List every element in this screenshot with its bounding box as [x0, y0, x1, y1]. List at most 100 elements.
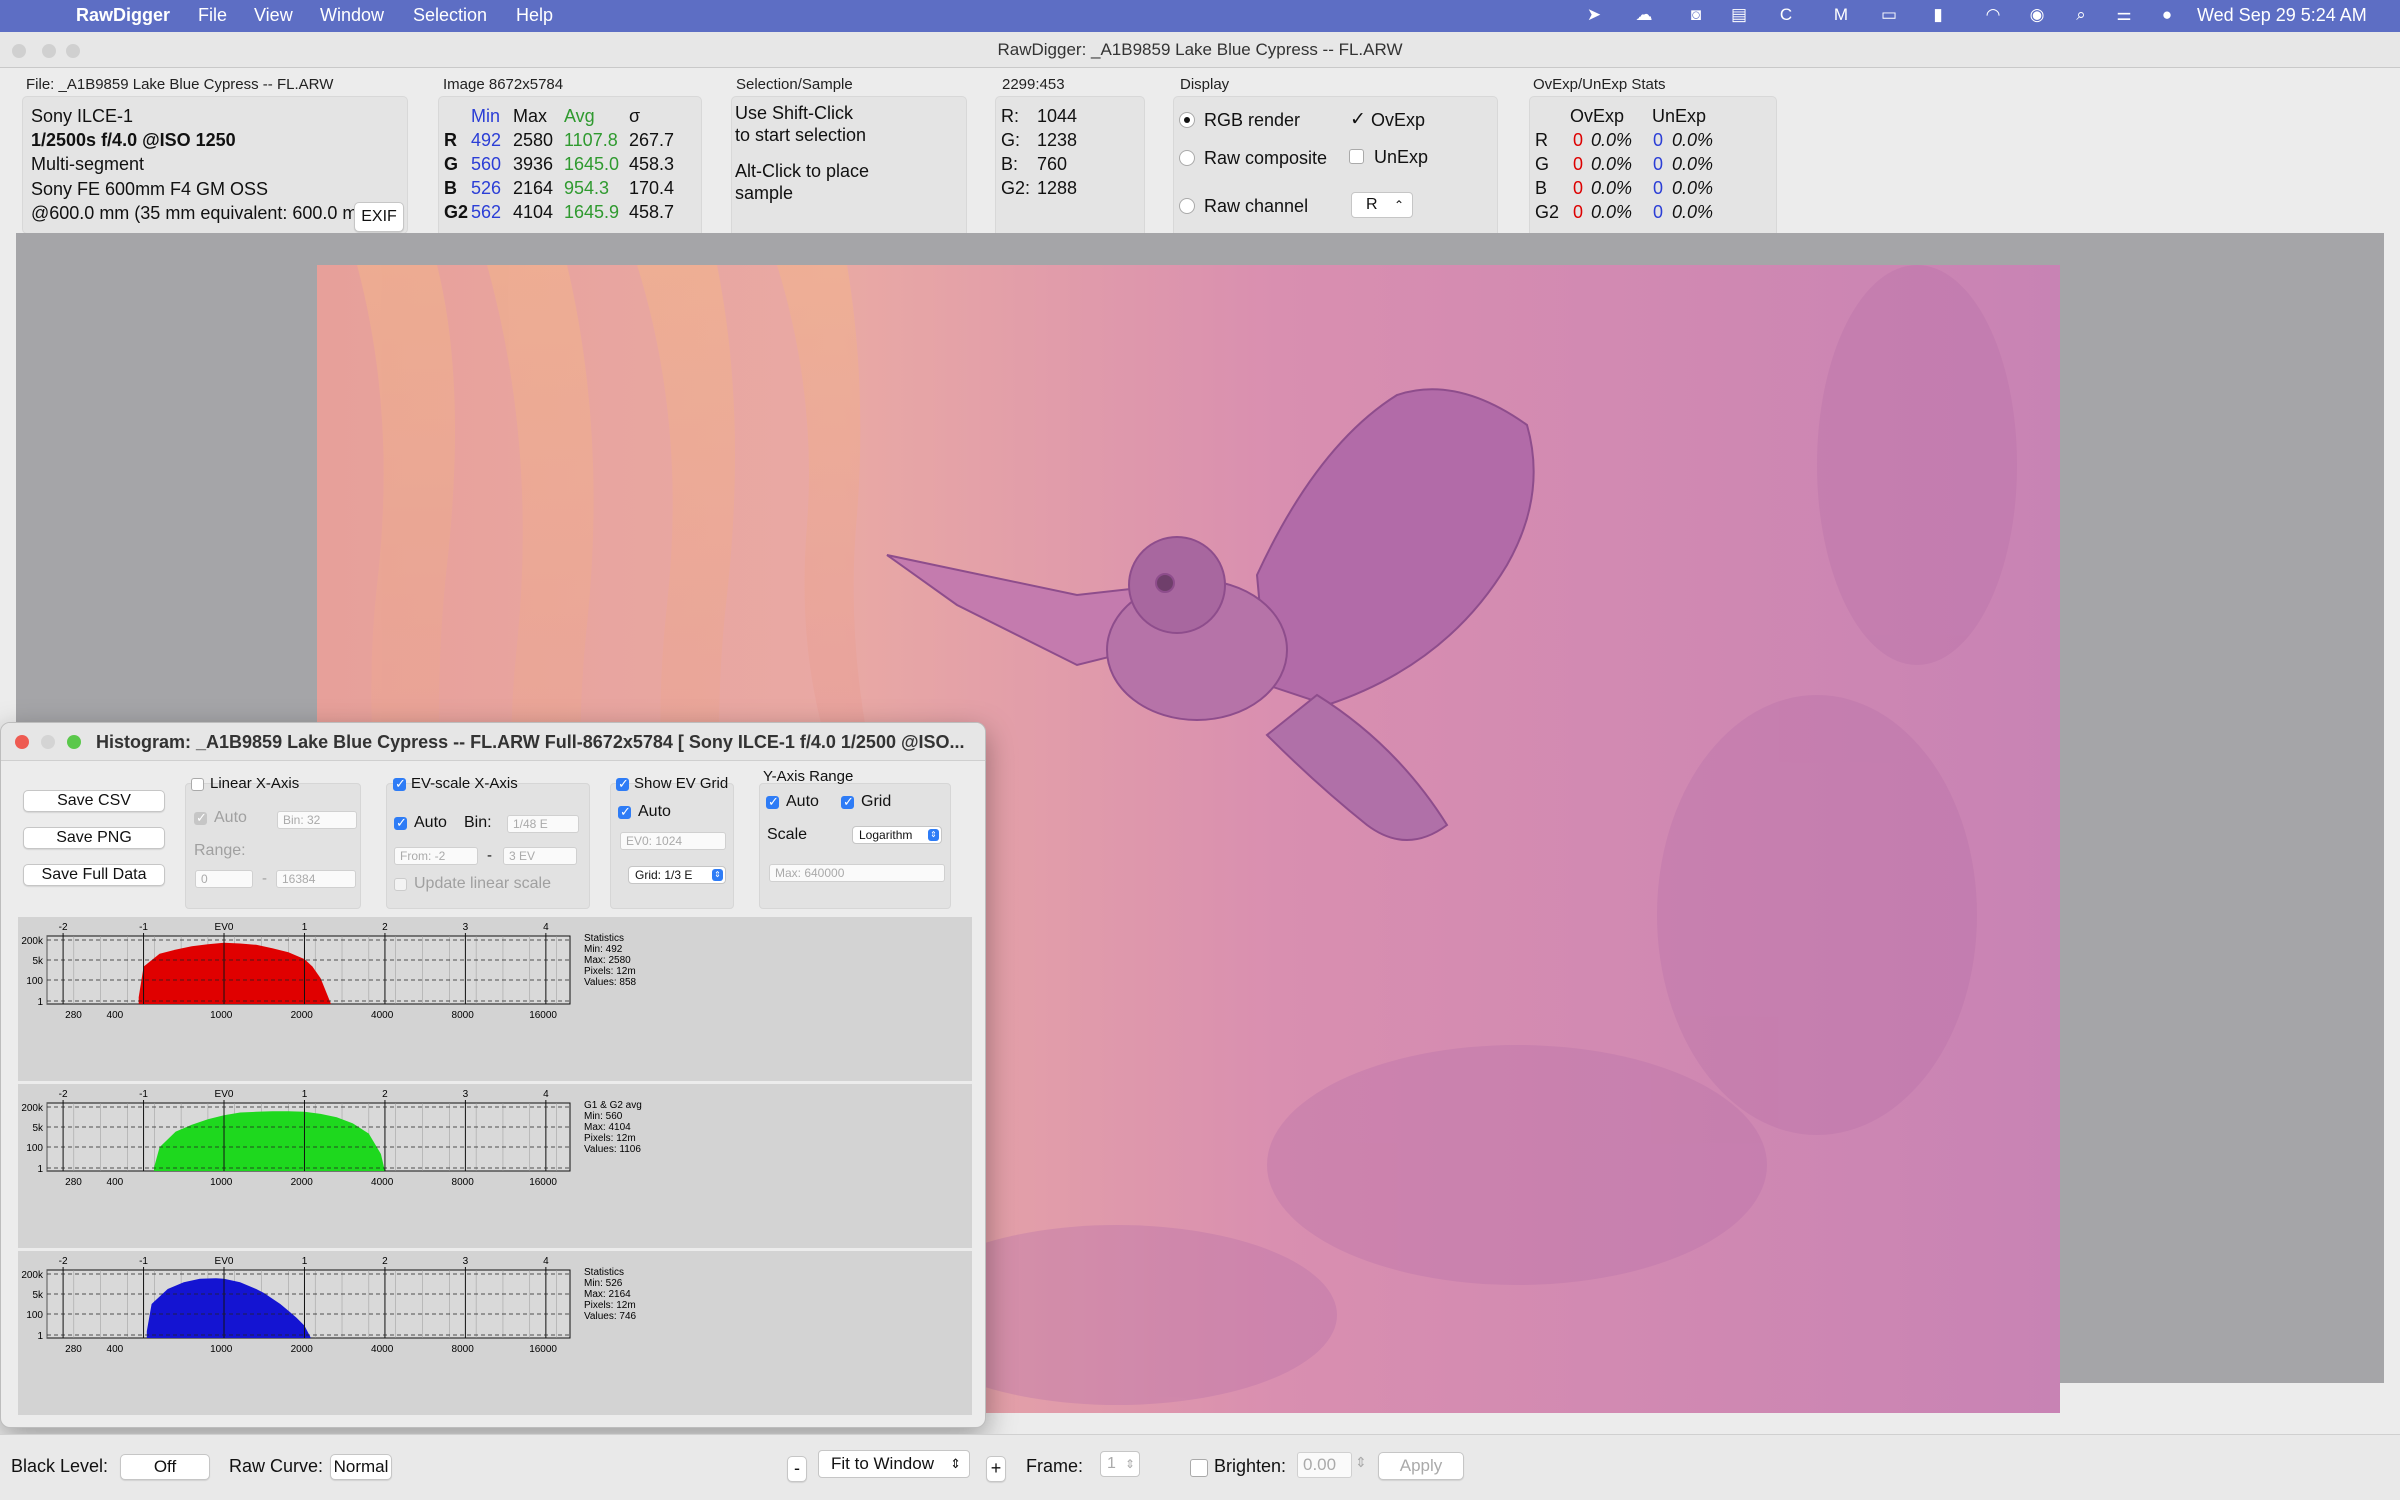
menu-view[interactable]: View	[254, 5, 293, 26]
range-to-field[interactable]: 16384	[276, 870, 356, 888]
exif-button[interactable]: EXIF	[354, 202, 404, 232]
histogram-plot-blue[interactable]: -2 -1 EV0 1 2 3 4 200k 5k 100 1 280 400 1000 2000 4000 8…	[18, 1251, 972, 1415]
brighten-stepper-icon[interactable]: ⇕	[1355, 1454, 1367, 1471]
spotlight-icon[interactable]: ⌕	[2069, 3, 2093, 27]
linear-x-checkbox[interactable]	[191, 778, 204, 791]
exposure-info: 1/2500s f/4.0 @ISO 1250	[31, 130, 236, 150]
raw-composite-radio[interactable]	[1179, 150, 1195, 166]
grid-auto-label[interactable]: Auto	[638, 803, 671, 821]
ev-dash: -	[487, 847, 492, 864]
y-grid-label[interactable]: Grid	[861, 793, 891, 811]
ovexp-label[interactable]: OvExp	[1371, 110, 1425, 131]
battery-icon[interactable]: ▮	[1926, 3, 1950, 27]
display-icon[interactable]: ▭	[1877, 3, 1901, 27]
histogram-plot-green[interactable]: -2 -1 EV0 1 2 3 4 200k 5k 100 1 280 400 1000 2000 4000 8…	[18, 1084, 972, 1248]
raw-curve-button[interactable]: Normal	[330, 1454, 392, 1480]
close-button[interactable]	[12, 44, 26, 58]
app-menu[interactable]: RawDigger	[76, 5, 170, 26]
film-icon[interactable]: ▤	[1727, 3, 1751, 27]
ev-auto-label[interactable]: Auto	[414, 814, 447, 832]
wifi-icon[interactable]: ◠	[1981, 3, 2005, 27]
fit-to-window-select[interactable]: Fit to Window ⇕	[818, 1450, 970, 1478]
unexp-label[interactable]: UnExp	[1374, 147, 1428, 168]
minimize-button[interactable]	[42, 44, 56, 58]
location-icon[interactable]: ➤	[1582, 3, 1606, 27]
histogram-zoom-button[interactable]	[67, 735, 81, 749]
show-ev-grid-label[interactable]: Show EV Grid	[634, 775, 728, 792]
ev-bin-field[interactable]: 1/48 E	[507, 815, 579, 833]
user-icon[interactable]: ◉	[2025, 3, 2049, 27]
sample-header: 2299:453	[1002, 76, 1065, 93]
zoom-out-button[interactable]: -	[787, 1456, 807, 1482]
row-ch: R	[444, 130, 457, 150]
malwarebytes-icon[interactable]: M	[1829, 3, 1853, 27]
histogram-plot-red[interactable]: -2 -1 EV0 1 2 3 4 200k 5k 100 1 280 400 1000 2000 4000 8…	[18, 917, 972, 1081]
x-tick-label: 2000	[291, 1344, 314, 1355]
rgb-render-radio[interactable]	[1179, 112, 1195, 128]
show-ev-grid-checkbox[interactable]	[616, 776, 629, 792]
raw-channel-label[interactable]: Raw channel	[1204, 196, 1308, 217]
clock[interactable]: Wed Sep 29 5:24 AM	[2197, 5, 2367, 26]
ovexp-check-icon[interactable]: ✓	[1350, 108, 1366, 131]
y-grid-checkbox[interactable]	[841, 794, 854, 810]
menu-file[interactable]: File	[198, 5, 227, 26]
y-tick-label: 5k	[32, 956, 44, 967]
menu-selection[interactable]: Selection	[413, 5, 487, 26]
scale-label: Scale	[767, 826, 808, 843]
grid-auto-checkbox[interactable]	[618, 804, 631, 820]
update-linear-label[interactable]: Update linear scale	[414, 875, 551, 893]
range-from-field[interactable]: 0	[195, 870, 253, 888]
save-png-button[interactable]: Save PNG	[23, 827, 165, 849]
green-histogram-svg: -2 -1 EV0 1 2 3 4 200k 5k 100 1 280 400 1000 2000 4000 8…	[21, 1089, 642, 1188]
save-csv-button[interactable]: Save CSV	[23, 790, 165, 812]
linear-bin-field[interactable]: Bin: 32	[277, 811, 357, 829]
ev-to-field[interactable]: 3 EV	[503, 847, 577, 865]
update-linear-checkbox[interactable]	[394, 878, 407, 891]
ev-scale-label[interactable]: EV-scale X-Axis	[411, 775, 518, 792]
brighten-checkbox[interactable]	[1190, 1459, 1208, 1477]
y-max-field[interactable]: Max: 640000	[769, 864, 945, 882]
zoom-button[interactable]	[66, 44, 80, 58]
ev-tick-label: 3	[463, 1089, 469, 1100]
stats-ov: 0	[1573, 202, 1584, 222]
unexp-checkbox[interactable]	[1349, 149, 1364, 164]
y-auto-checkbox[interactable]	[766, 794, 779, 810]
y-scale-select[interactable]: Logarithm ⇕	[852, 826, 942, 844]
y-auto-label[interactable]: Auto	[786, 793, 819, 811]
timemachine-icon[interactable]: ◙	[1684, 3, 1708, 27]
linear-auto-checkbox[interactable]	[194, 810, 207, 826]
frame-select[interactable]: 1 ⇕	[1100, 1451, 1140, 1477]
channel-select[interactable]: R ⌃	[1351, 192, 1413, 218]
save-full-data-button[interactable]: Save Full Data	[23, 864, 165, 886]
ev-scale-checkbox[interactable]	[393, 776, 406, 792]
rgb-render-label[interactable]: RGB render	[1204, 110, 1300, 131]
ev-tick-label: 1	[302, 922, 308, 933]
y-tick-label: 1	[37, 1164, 43, 1175]
apply-button[interactable]: Apply	[1378, 1452, 1464, 1480]
menu-help[interactable]: Help	[516, 5, 553, 26]
linear-auto-label[interactable]: Auto	[214, 809, 247, 827]
sample-g-value: 1238	[1037, 130, 1078, 150]
histogram-stats-text: Max: 4104	[584, 1122, 631, 1133]
zoom-in-button[interactable]: +	[986, 1456, 1006, 1482]
histogram-minimize-button[interactable]	[41, 735, 55, 749]
linear-x-label[interactable]: Linear X-Axis	[210, 775, 299, 792]
black-level-button[interactable]: Off	[120, 1454, 210, 1480]
brighten-field[interactable]: 0.00	[1297, 1452, 1352, 1478]
siri-icon[interactable]: ●	[2155, 3, 2179, 27]
control-center-icon[interactable]: ⚌	[2112, 3, 2136, 27]
ev-tick-label: -1	[139, 922, 148, 933]
raw-channel-radio[interactable]	[1179, 198, 1195, 214]
creative-cloud-icon[interactable]: ☁	[1632, 3, 1656, 27]
ev-from-field[interactable]: From: -2	[394, 847, 478, 865]
refresh-icon[interactable]: C	[1774, 3, 1798, 27]
sample-r-value: 1044	[1037, 106, 1078, 126]
ev-auto-checkbox[interactable]	[394, 815, 407, 831]
histogram-close-button[interactable]	[15, 735, 29, 749]
selection-hint-1: Use Shift-Click	[735, 103, 854, 123]
ev0-field[interactable]: EV0: 1024	[620, 832, 726, 850]
col-max: Max	[513, 106, 548, 126]
raw-composite-label[interactable]: Raw composite	[1204, 148, 1327, 169]
grid-step-select[interactable]: Grid: 1/3 E ⇕	[628, 866, 726, 884]
menu-window[interactable]: Window	[320, 5, 384, 26]
